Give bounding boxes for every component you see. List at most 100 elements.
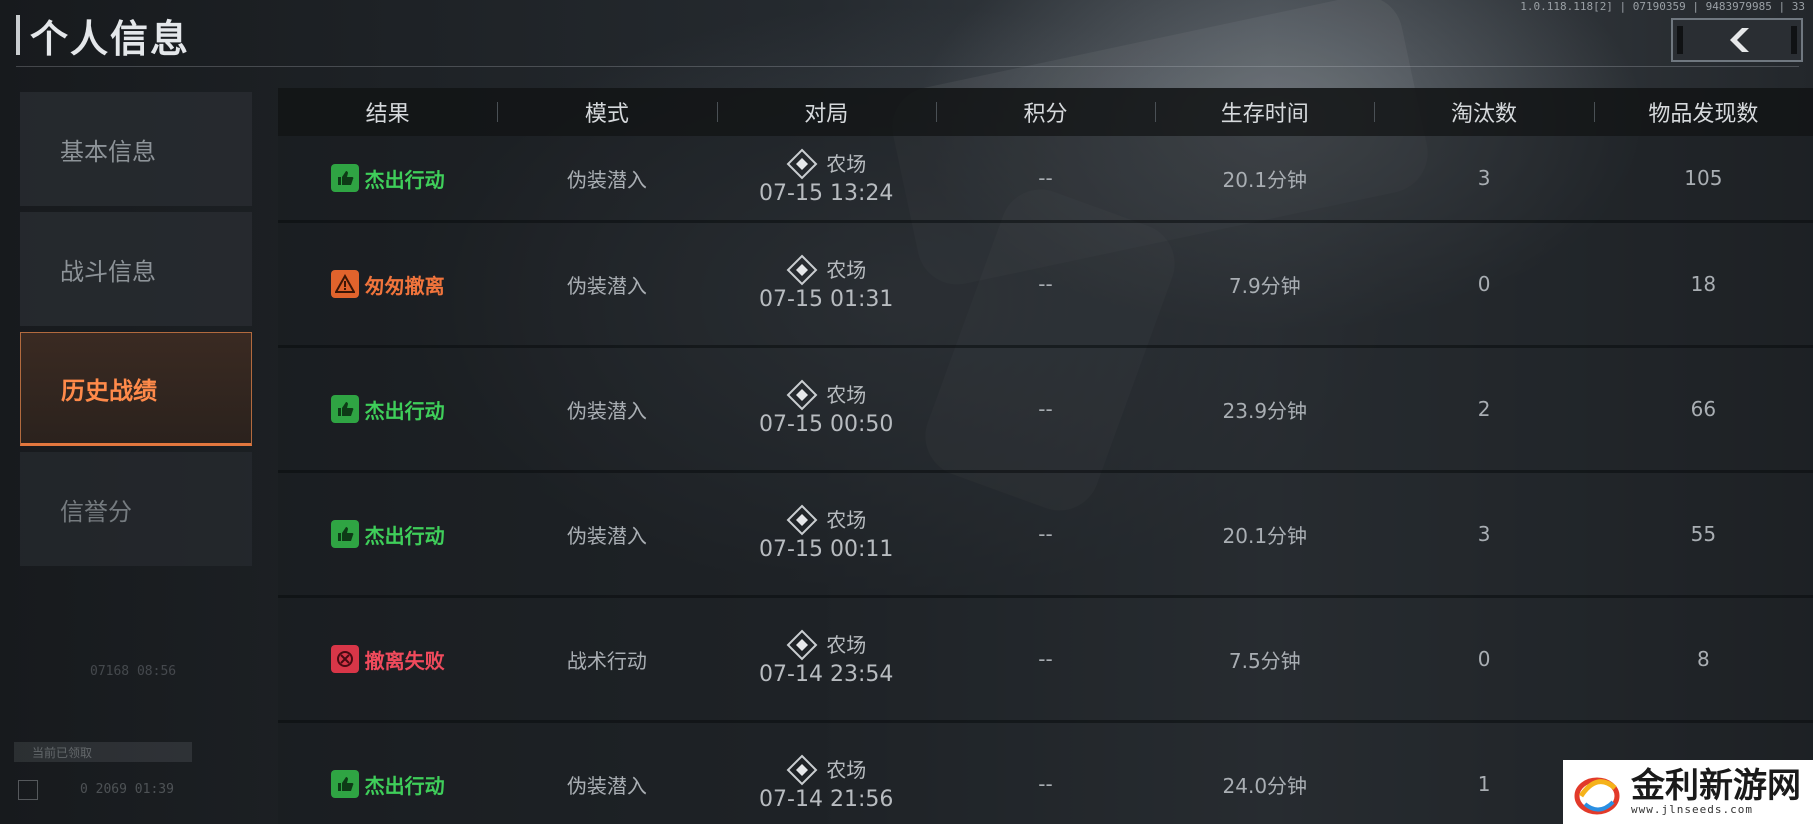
column-header-match: 对局 — [716, 88, 936, 136]
table-row[interactable]: 杰出行动 伪装潜入 农场 07-15 13:24 -- 20.1分钟 3 105 — [278, 136, 1813, 223]
map-diamond-icon — [786, 504, 818, 536]
cell-score: -- — [1038, 397, 1053, 421]
sidebar-bottom-time: 0 2069 01:39 — [80, 782, 174, 797]
cell-result: 撤离失败 — [278, 598, 497, 720]
sidebar-bottom-label: 当前已领取 — [32, 746, 93, 760]
warning-icon — [330, 270, 359, 298]
match-time: 07-15 01:31 — [759, 286, 894, 312]
thumbs-up-icon — [330, 520, 359, 548]
match-map-name: 农场 — [826, 151, 867, 176]
thumbs-up-icon — [330, 164, 359, 192]
match-time: 07-14 21:56 — [759, 786, 894, 812]
sidebar-item-match-history[interactable]: 历史战绩 — [20, 332, 252, 446]
result-badge: 杰出行动 — [330, 520, 445, 549]
cell-survival-time: 20.1分钟 — [1222, 523, 1308, 548]
thumbs-up-icon — [330, 770, 359, 798]
thumbs-up-icon — [330, 395, 359, 423]
match-map: 农场 — [786, 629, 866, 661]
column-header-mode: 模式 — [497, 88, 716, 136]
result-label: 杰出行动 — [364, 167, 445, 192]
sidebar-item-label: 战斗信息 — [60, 257, 156, 286]
sidebar: 基本信息 战斗信息 历史战绩 信誉分 — [20, 92, 252, 572]
result-label: 匆匆撤离 — [364, 273, 445, 298]
site-watermark: 金利新游网 www.jlnseeds.com — [1563, 760, 1813, 824]
cell-kills: 0 — [1477, 272, 1491, 296]
table-body: 杰出行动 伪装潜入 农场 07-15 13:24 -- 20.1分钟 3 105… — [278, 136, 1813, 824]
cell-result: 杰出行动 — [278, 136, 497, 220]
match-map: 农场 — [786, 254, 866, 286]
table-header: 结果 模式 对局 积分 生存时间 淘汰数 物品发现数 — [278, 88, 1813, 136]
result-label: 杰出行动 — [364, 523, 445, 548]
cell-kills: 3 — [1477, 522, 1491, 546]
sidebar-item-credit-score[interactable]: 信誉分 — [20, 452, 252, 566]
fail-icon — [330, 645, 359, 673]
cell-mode: 伪装潜入 — [566, 523, 647, 548]
cell-survival-time: 24.0分钟 — [1222, 773, 1308, 798]
title-accent-bar — [16, 15, 20, 55]
cell-kills: 3 — [1477, 166, 1491, 190]
cell-match: 农场 07-15 00:50 — [717, 348, 936, 470]
result-label: 撤离失败 — [364, 648, 445, 673]
back-button[interactable] — [1671, 18, 1803, 62]
result-badge: 杰出行动 — [330, 395, 445, 424]
match-map: 农场 — [786, 148, 866, 180]
cell-kills: 2 — [1477, 397, 1491, 421]
cell-items-found: 18 — [1690, 272, 1717, 296]
watermark-url: www.jlnseeds.com — [1631, 802, 1753, 816]
cell-match: 农场 07-15 13:24 — [717, 136, 936, 220]
cell-match: 农场 07-15 01:31 — [717, 223, 936, 345]
match-time: 07-14 23:54 — [759, 661, 894, 687]
match-map-name: 农场 — [826, 757, 867, 782]
watermark-text: 金利新游网 www.jlnseeds.com — [1631, 769, 1801, 816]
cell-result: 杰出行动 — [278, 473, 497, 595]
cell-score: -- — [1038, 166, 1053, 190]
cell-items-found: 66 — [1690, 397, 1717, 421]
cell-score: -- — [1038, 772, 1053, 796]
site-logo-icon — [1574, 777, 1620, 815]
cell-score: -- — [1038, 522, 1053, 546]
cell-items-found: 8 — [1696, 647, 1710, 671]
cell-result: 杰出行动 — [278, 348, 497, 470]
result-badge: 杰出行动 — [330, 164, 445, 193]
column-header-result: 结果 — [365, 102, 410, 127]
cell-survival-time: 23.9分钟 — [1222, 398, 1308, 423]
sidebar-item-battle-info[interactable]: 战斗信息 — [20, 212, 252, 326]
column-header-kills: 淘汰数 — [1374, 88, 1593, 136]
cell-kills: 0 — [1477, 647, 1491, 671]
match-map-name: 农场 — [826, 632, 867, 657]
sidebar-item-basic-info[interactable]: 基本信息 — [20, 92, 252, 206]
chevron-left-icon — [1730, 28, 1749, 52]
match-map: 农场 — [786, 754, 866, 786]
table-row[interactable]: 杰出行动 伪装潜入 农场 07-15 00:50 -- 23.9分钟 2 66 — [278, 348, 1813, 473]
cell-mode: 伪装潜入 — [566, 773, 647, 798]
match-map: 农场 — [786, 504, 866, 536]
match-time: 07-15 00:50 — [759, 411, 894, 437]
page-title: 个人信息 — [30, 16, 191, 61]
cell-mode: 战术行动 — [566, 648, 647, 673]
match-time: 07-15 13:24 — [759, 180, 894, 206]
cell-survival-time: 7.9分钟 — [1228, 273, 1301, 298]
version-string: 1.0.118.118[2] | 07190359 | 9483979985 |… — [1520, 0, 1805, 13]
match-map-name: 农场 — [826, 257, 867, 282]
sidebar-item-label: 信誉分 — [60, 497, 132, 526]
match-map-name: 农场 — [826, 382, 867, 407]
cell-match: 农场 07-14 21:56 — [717, 723, 936, 824]
cell-survival-time: 7.5分钟 — [1228, 648, 1301, 673]
map-diamond-icon — [786, 254, 818, 286]
match-map: 农场 — [786, 379, 866, 411]
page-header: 个人信息 — [16, 12, 190, 61]
cell-result: 匆匆撤离 — [278, 223, 497, 345]
sidebar-item-label: 历史战绩 — [61, 376, 157, 405]
column-header-survival: 生存时间 — [1155, 88, 1374, 136]
table-row[interactable]: 匆匆撤离 伪装潜入 农场 07-15 01:31 -- 7.9分钟 0 18 — [278, 223, 1813, 348]
square-icon — [18, 780, 38, 800]
result-label: 杰出行动 — [364, 773, 445, 798]
sidebar-faint-text: 07168 08:56 — [90, 664, 177, 679]
table-row[interactable]: 撤离失败 战术行动 农场 07-14 23:54 -- 7.5分钟 0 8 — [278, 598, 1813, 723]
map-diamond-icon — [786, 754, 818, 786]
cell-match: 农场 07-14 23:54 — [717, 598, 936, 720]
sidebar-item-label: 基本信息 — [60, 137, 156, 166]
column-header-score: 积分 — [935, 88, 1155, 136]
table-row[interactable]: 杰出行动 伪装潜入 农场 07-15 00:11 -- 20.1分钟 3 55 — [278, 473, 1813, 598]
cell-items-found: 55 — [1690, 522, 1717, 546]
